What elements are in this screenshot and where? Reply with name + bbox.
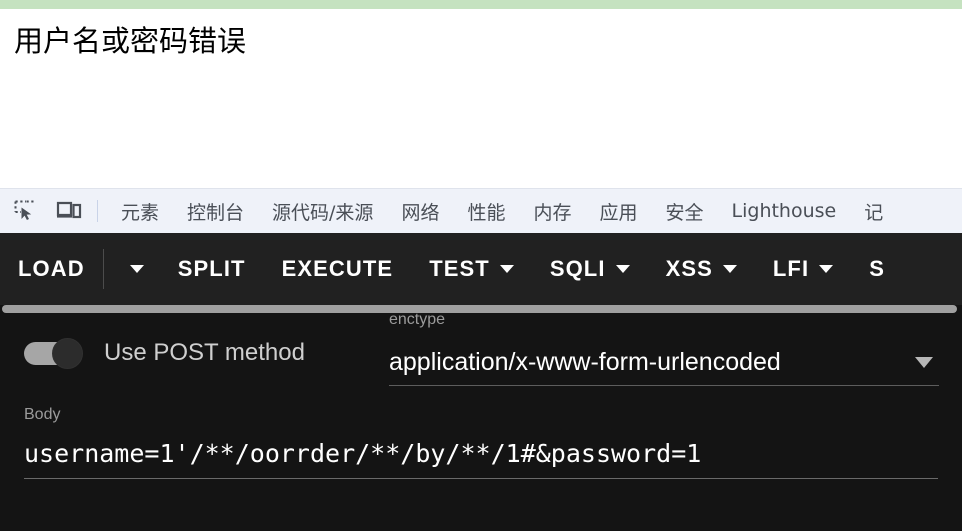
xss-button-label: XSS [665,256,713,281]
load-button-label: LOAD [18,256,85,281]
lfi-button-label: LFI [772,256,810,281]
toggle-knob [52,338,83,369]
body-input[interactable]: username=1'/**/oorrder/**/by/**/1#&passw… [24,439,938,479]
tab-security[interactable]: 安全 [652,189,718,233]
sqli-menu-button[interactable]: SQLI [532,233,648,305]
test-button-label: TEST [429,256,490,281]
enctype-selected-value: application/x-www-form-urlencoded [389,348,781,376]
test-menu-button[interactable]: TEST [411,233,532,305]
tab-recorder[interactable]: 记 [850,189,883,233]
request-form-panel: Use POST method enctype application/x-ww… [0,305,962,531]
web-page-region: 用户名或密码错误 [0,0,962,188]
lfi-menu-button[interactable]: LFI [755,233,851,305]
devtools-divider [97,200,98,222]
chevron-down-icon [722,265,737,273]
sqli-button-label: SQLI [549,256,606,281]
tab-lighthouse[interactable]: Lighthouse [718,189,851,233]
tab-network[interactable]: 网络 [387,189,453,233]
chevron-down-icon [615,265,630,273]
split-button-label: SPLIT [177,256,246,281]
chevron-down-icon [915,357,933,368]
enctype-field: enctype application/x-www-form-urlencode… [389,310,939,386]
body-field: Body username=1'/**/oorrder/**/by/**/1#&… [24,405,938,479]
tab-sources[interactable]: 源代码/来源 [258,189,387,233]
devtools-tab-strip: 元素 控制台 源代码/来源 网络 性能 内存 应用 安全 Lighthouse … [0,188,962,233]
load-button[interactable]: LOAD [0,233,103,305]
use-post-method-toggle[interactable] [24,338,86,369]
chevron-down-icon [129,265,144,273]
tab-console[interactable]: 控制台 [173,189,258,233]
enctype-label: enctype [389,311,446,328]
page-top-accent-bar [0,0,962,9]
overflow-menu-button[interactable]: S [851,233,903,305]
tab-application[interactable]: 应用 [585,189,651,233]
load-dropdown-button[interactable] [104,233,160,305]
device-toolbar-icon[interactable] [50,192,88,230]
body-label: Body [24,406,61,423]
login-error-message: 用户名或密码错误 [14,24,247,58]
post-method-row[interactable]: Use POST method [24,338,305,369]
split-button[interactable]: SPLIT [160,233,264,305]
tab-elements[interactable]: 元素 [107,189,173,233]
execute-button-label: EXECUTE [281,256,394,281]
chevron-down-icon [819,265,834,273]
chevron-down-icon [499,265,514,273]
tab-performance[interactable]: 性能 [453,189,519,233]
enctype-select[interactable]: application/x-www-form-urlencoded [389,348,939,386]
app-action-toolbar: LOAD SPLIT EXECUTE TEST SQLI XSS LFI S [0,233,962,305]
use-post-method-label: Use POST method [104,339,305,366]
tab-memory[interactable]: 内存 [519,189,585,233]
inspect-element-icon[interactable] [6,192,44,230]
overflow-button-label: S [869,256,885,281]
execute-button[interactable]: EXECUTE [264,233,412,305]
xss-menu-button[interactable]: XSS [648,233,755,305]
